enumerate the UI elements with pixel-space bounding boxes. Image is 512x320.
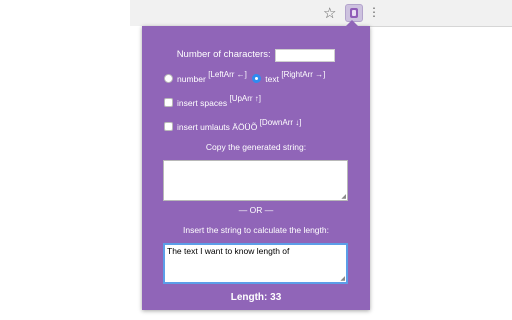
popup-notch [346, 20, 358, 26]
resize-grip-icon[interactable]: ◢ [341, 194, 346, 200]
star-icon[interactable]: ☆ [323, 4, 336, 22]
radio-text[interactable] [252, 74, 262, 84]
or-divider: — OR — [238, 205, 274, 215]
generated-string-textarea[interactable]: ◢ [163, 160, 348, 201]
page-edge [505, 30, 512, 320]
insert-spaces-hint: [UpArr ↑] [229, 94, 262, 103]
radio-text-hint: [RightArr →] [281, 70, 326, 79]
num-chars-row: Number of characters: [142, 48, 370, 63]
insert-umlauts-row: insert umlauts ÄÖÜÕ [DownArr ↓] [164, 118, 302, 133]
insert-umlauts-label: insert umlauts ÄÖÜÕ [177, 121, 258, 132]
radio-number[interactable] [164, 74, 173, 84]
length-result: Length: 33 [230, 292, 282, 303]
insert-umlauts-checkbox[interactable] [164, 122, 173, 132]
type-radio-row: number [LeftArr ←] text [RightArr →] [164, 70, 326, 85]
toolbar-left-edge [130, 0, 142, 26]
insert-umlauts-hint: [DownArr ↓] [259, 118, 302, 127]
insert-label: Insert the string to calculate the lengt… [182, 225, 329, 235]
kebab-icon[interactable]: ⋮ [368, 6, 380, 18]
radio-number-label: number [177, 73, 206, 84]
insert-spaces-label: insert spaces [177, 97, 228, 108]
insert-spaces-row: insert spaces [UpArr ↑] [164, 94, 262, 109]
extension-popup: Number of characters: number [LeftArr ←]… [142, 20, 370, 310]
num-chars-input[interactable] [275, 48, 336, 62]
length-input-value: The text I want to know length of [167, 246, 290, 256]
copy-label: Copy the generated string: [205, 142, 307, 152]
radio-text-label: text [265, 73, 279, 84]
num-chars-label: Number of characters: [176, 49, 271, 60]
resize-grip-icon[interactable]: ◢ [340, 276, 345, 282]
radio-number-hint: [LeftArr ←] [208, 70, 247, 79]
insert-spaces-checkbox[interactable] [164, 98, 173, 108]
length-input-textarea[interactable]: The text I want to know length of ◢ [163, 243, 348, 284]
